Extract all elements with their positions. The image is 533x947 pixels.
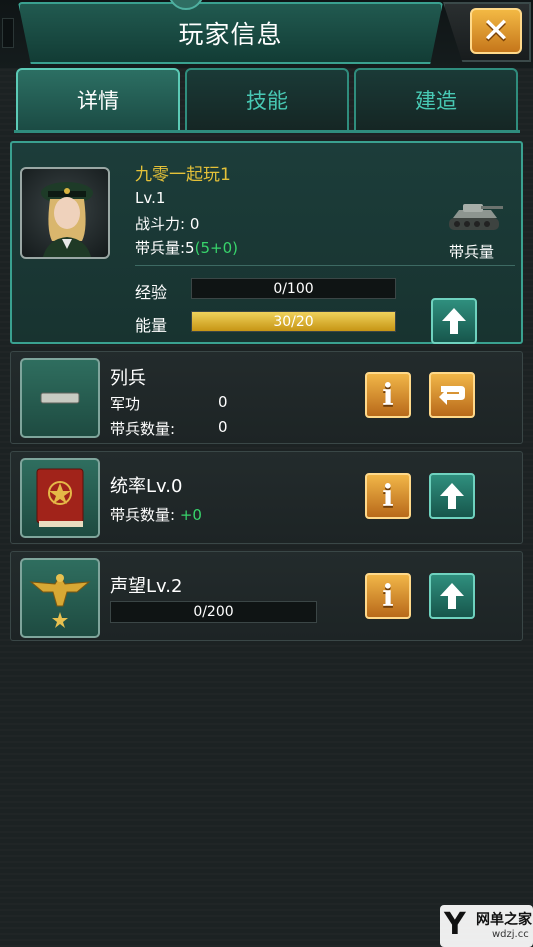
close-icon: ✕	[481, 11, 511, 51]
tab-label: 建造	[415, 89, 457, 113]
exp-label: 经验	[135, 283, 168, 302]
info-icon: i	[382, 377, 394, 413]
close-button[interactable]: ✕	[470, 8, 522, 54]
tab-bar: 详情 技能 建造	[14, 68, 520, 134]
tab-label: 技能	[246, 89, 288, 113]
tab-details[interactable]: 详情	[16, 68, 180, 132]
divider	[135, 265, 515, 266]
avatar[interactable]	[20, 167, 110, 259]
rank-troops-label: 带兵数量:	[110, 420, 176, 438]
tab-label: 详情	[77, 89, 119, 113]
tank-icon[interactable]	[443, 196, 505, 236]
header-bar: 玩家信息 ✕	[0, 0, 533, 68]
prestige-info-button[interactable]: i	[365, 573, 411, 619]
rank-title: 列兵	[110, 368, 146, 389]
logo-mark-icon: Y	[444, 907, 466, 942]
energy-text: 30/20	[273, 313, 314, 330]
info-icon: i	[382, 478, 394, 514]
eagle-emblem-icon	[29, 574, 91, 628]
troop-capacity-bonus: (5+0)	[194, 239, 238, 257]
player-name: 九零一起玩1	[135, 165, 231, 185]
rank-troops-value: 0	[218, 418, 228, 436]
rank-info-button[interactable]: i	[365, 372, 411, 418]
troop-capacity-value: 带兵量:5	[135, 239, 195, 257]
tab-underline	[14, 130, 520, 133]
command-title: 统率Lv.0	[110, 476, 183, 497]
troop-label: 带兵量	[449, 243, 495, 261]
info-icon: i	[382, 578, 394, 614]
prestige-text: 0/200	[193, 604, 234, 620]
player-level: Lv.1	[135, 189, 166, 207]
prestige-upgrade-button[interactable]	[429, 573, 475, 619]
merit-label: 军功	[110, 395, 141, 413]
exp-bar: 0/100	[191, 278, 396, 299]
troop-capacity: 带兵量:5(5+0)	[135, 237, 238, 258]
command-troops-label: 带兵数量:	[110, 506, 176, 524]
command-troops: 带兵数量: +0	[110, 504, 202, 525]
private-rank-icon	[40, 392, 80, 404]
prestige-badge	[20, 558, 100, 638]
merit-value: 0	[218, 393, 228, 411]
arrow-up-icon	[440, 583, 464, 609]
command-troops-value: +0	[179, 506, 202, 524]
prestige-bar: 0/200	[110, 601, 317, 623]
energy-bar: 30/20	[191, 311, 396, 332]
energy-label: 能量	[135, 316, 168, 335]
command-badge	[20, 458, 100, 538]
exp-text: 0/100	[273, 280, 314, 297]
logo-brand: 网单之家	[476, 912, 532, 928]
page-title: 玩家信息	[178, 20, 283, 49]
logo-site: wdzj.cc	[492, 929, 529, 940]
combat-power: 战斗力: 0	[135, 215, 200, 233]
book-icon	[36, 468, 84, 527]
tab-build[interactable]: 建造	[354, 68, 518, 132]
prestige-title: 声望Lv.2	[110, 576, 183, 597]
site-watermark-logo: Y 网单之家 wdzj.cc	[440, 905, 533, 947]
level-up-button[interactable]	[431, 298, 477, 344]
rank-insignia	[20, 358, 100, 438]
arrow-up-icon	[440, 483, 464, 509]
command-upgrade-button[interactable]	[429, 473, 475, 519]
return-arrow-icon	[439, 386, 465, 405]
tab-skills[interactable]: 技能	[185, 68, 349, 132]
header-rivet	[2, 18, 14, 48]
rank-return-button[interactable]	[429, 372, 475, 418]
command-info-button[interactable]: i	[365, 473, 411, 519]
officer-portrait-icon	[41, 182, 93, 257]
arrow-up-icon	[442, 308, 466, 334]
